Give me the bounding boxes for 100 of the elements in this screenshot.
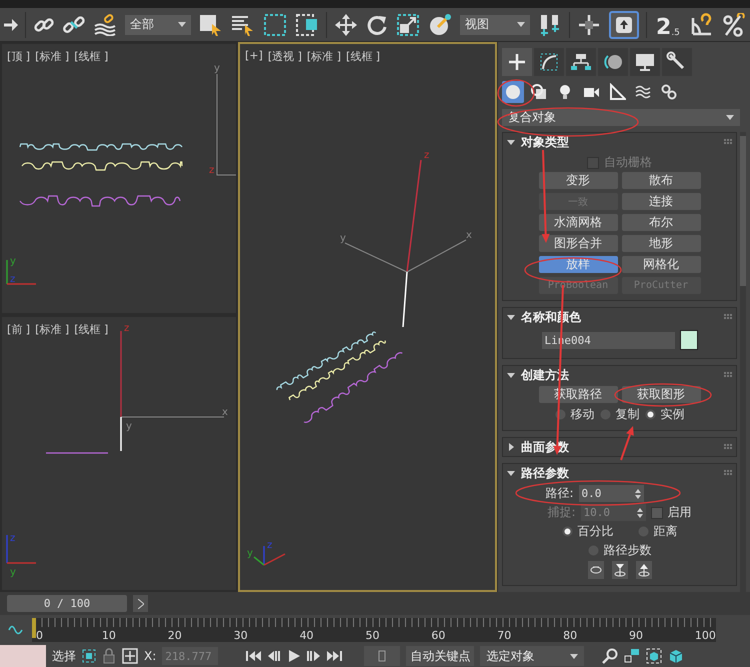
rollout-toggle-icon[interactable]	[507, 443, 515, 451]
scale-icon[interactable]	[396, 12, 420, 36]
set-key-button[interactable]	[364, 646, 400, 666]
radio-button[interactable]	[562, 526, 572, 537]
axis-gizmo-icon	[6, 260, 36, 285]
axis-label: y	[126, 421, 132, 432]
viewport-label[interactable]: [标准 ]	[35, 322, 70, 337]
field-label: 捕捉:	[547, 504, 576, 521]
rollout-title[interactable]: 对象类型	[521, 134, 718, 150]
viewport-label[interactable]: [标准 ]	[306, 49, 341, 64]
viewport-panel[interactable]: [前 ] [标准 ] [线框 ] z y x z y	[0, 315, 238, 592]
rotate-icon[interactable]	[366, 14, 388, 36]
lock-icon[interactable]	[102, 648, 116, 664]
percent-snap-icon[interactable]	[722, 12, 746, 36]
next-shape-button[interactable]	[636, 560, 652, 578]
field-label: 路径:	[545, 485, 574, 502]
frame-number: 20	[166, 629, 183, 642]
selection-lock-icon[interactable]	[82, 649, 96, 663]
panel-tab[interactable]	[566, 48, 596, 76]
object-type-button[interactable]: 地形	[622, 235, 700, 252]
viewport-panel[interactable]: [+] [透视 ] [标准 ] [线框 ] z y x z y	[238, 42, 497, 592]
axis-label: z	[10, 533, 16, 544]
pivot-center-icon[interactable]	[538, 12, 562, 36]
go-to-start-icon[interactable]	[246, 649, 262, 663]
panel-tab[interactable]	[598, 48, 628, 76]
axis-gizmo-icon	[254, 546, 286, 566]
viewport-label[interactable]: [线框 ]	[74, 322, 108, 337]
path-field[interactable]: 0.0	[578, 485, 644, 502]
viewport-label[interactable]: [+]	[245, 49, 263, 64]
viewport-label[interactable]: [透视 ]	[268, 49, 302, 64]
absolute-mode-icon[interactable]	[122, 648, 138, 664]
radio-label: 百分比	[578, 523, 614, 540]
zoom-icon[interactable]	[602, 648, 618, 664]
axis-label: z	[424, 150, 430, 161]
angle-snap-icon[interactable]	[690, 12, 714, 36]
grip-icon	[724, 139, 732, 145]
panel-tab[interactable]	[534, 48, 564, 76]
viewport-label[interactable]: [标准 ]	[35, 49, 70, 64]
viewport-panel[interactable]: [顶 ] [标准 ] [线框 ] y z y z	[0, 42, 238, 315]
axis-label: y	[10, 567, 16, 578]
rollout-toggle-icon[interactable]	[507, 371, 515, 379]
spinner-icon[interactable]	[634, 488, 641, 498]
auto-key-button[interactable]: 自动关键点	[406, 646, 474, 666]
frame-number: 50	[364, 629, 380, 642]
reference-coordinate-dropdown[interactable]: 视图	[460, 14, 530, 34]
radio-button[interactable]	[644, 409, 656, 420]
object-type-button[interactable]: 连接	[622, 193, 700, 210]
axis-label: x	[466, 230, 472, 241]
rollout-toggle-icon[interactable]	[507, 313, 515, 321]
crosshair-icon[interactable]	[577, 12, 601, 36]
viewport-label[interactable]: [线框 ]	[74, 49, 108, 64]
viewport-label[interactable]: [顶 ]	[7, 49, 30, 64]
play-icon[interactable]	[286, 649, 302, 663]
checkbox[interactable]	[650, 506, 663, 518]
unlink-icon[interactable]	[63, 14, 85, 36]
object-type-button[interactable]: 变形	[538, 172, 618, 189]
maxscript-listener-field[interactable]	[0, 645, 46, 667]
time-ruler[interactable]: 0 10 20 30 40 50 60 70 80 90 100	[32, 618, 716, 642]
viewport-label[interactable]: [线框 ]	[346, 49, 380, 64]
rollout-title[interactable]: 路径参数	[521, 464, 718, 482]
panel-tab[interactable]	[502, 48, 532, 76]
rollout-toggle-icon[interactable]	[507, 138, 515, 146]
selection-filter-dropdown[interactable]: 全部	[125, 14, 191, 34]
rollout-toggle-icon[interactable]	[507, 469, 515, 477]
radio-button[interactable]	[554, 409, 566, 420]
object-type-button[interactable]: 水滴网格	[538, 214, 618, 231]
previous-frame-icon[interactable]	[266, 649, 282, 663]
move-icon[interactable]	[334, 12, 358, 36]
curve-editor-icon[interactable]	[8, 623, 24, 637]
time-slider-thumb[interactable]: 0 / 100	[7, 595, 127, 612]
cube-icon[interactable]	[668, 648, 684, 664]
rectangular-selection-icon[interactable]	[263, 12, 287, 36]
axis-label: y	[214, 63, 220, 74]
viewport-label[interactable]: [前 ]	[7, 322, 30, 337]
object-color-swatch[interactable]	[680, 330, 698, 350]
object-type-button[interactable]: 布尔	[622, 214, 700, 231]
key-filter-dropdown[interactable]: 选定对象	[480, 646, 584, 666]
go-to-end-icon[interactable]	[326, 649, 342, 663]
object-type-button[interactable]: 网格化	[622, 256, 700, 273]
scrollbar[interactable]	[740, 132, 746, 592]
select-object-icon[interactable]	[199, 12, 223, 36]
keyboard-override-button[interactable]	[609, 10, 639, 38]
panel-tab[interactable]	[662, 48, 692, 76]
window-crossing-icon[interactable]	[295, 12, 319, 36]
object-type-button[interactable]: 散布	[622, 172, 700, 189]
zoom-extents-icon[interactable]	[646, 648, 662, 664]
next-frame-button[interactable]	[133, 595, 148, 612]
pick-path-button[interactable]	[588, 560, 604, 578]
panel-tab[interactable]	[630, 48, 660, 76]
get-button[interactable]: 获取图形	[622, 386, 700, 403]
bind-space-warp-icon[interactable]	[93, 14, 117, 36]
object-type-button[interactable]: 图形合并	[538, 235, 618, 252]
previous-shape-button[interactable]	[612, 560, 628, 578]
radio-label: 距离	[654, 523, 678, 540]
caret-icon	[570, 654, 578, 658]
frame-number: 10	[100, 629, 117, 642]
next-frame-icon[interactable]	[306, 649, 322, 663]
axis-gizmo-icon	[6, 535, 36, 564]
place-object-icon[interactable]	[428, 12, 452, 36]
zoom-all-icon[interactable]	[624, 648, 640, 664]
